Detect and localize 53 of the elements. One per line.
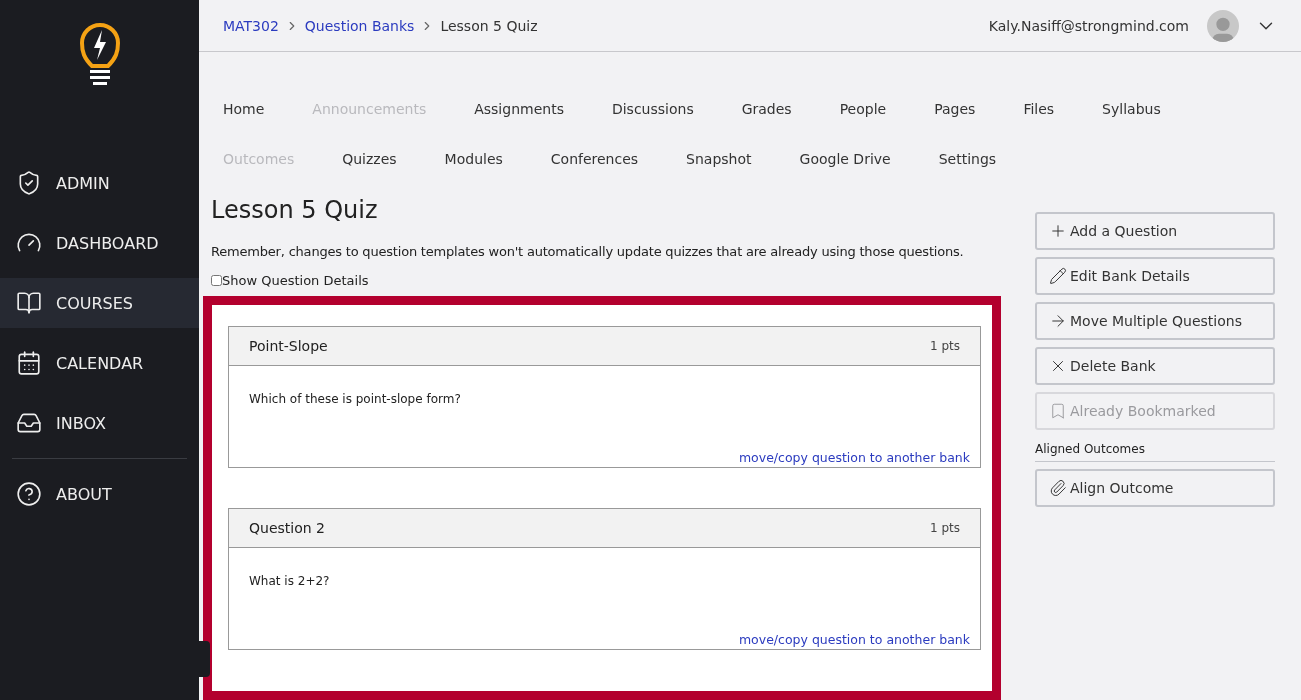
- calendar-icon: [16, 350, 42, 376]
- move-copy-link[interactable]: move/copy question to another bank: [738, 450, 970, 465]
- course-nav-link[interactable]: Modules: [444, 151, 503, 167]
- course-nav-link[interactable]: Files: [1023, 101, 1055, 117]
- section-heading: Aligned Outcomes: [1035, 439, 1275, 462]
- question-title: Question 2: [249, 520, 325, 536]
- page-title: Lesson 5 Quiz: [211, 196, 379, 224]
- book-icon: [16, 290, 42, 316]
- course-nav-link[interactable]: Conferences: [550, 151, 639, 167]
- arrow-icon: [1049, 312, 1067, 330]
- help-icon: [16, 481, 42, 507]
- sidebar-item[interactable]: INBOX: [0, 398, 199, 448]
- lightbulb-logo: [79, 22, 120, 88]
- paperclip-icon: [1049, 479, 1067, 497]
- action-button[interactable]: Move Multiple Questions: [1035, 302, 1275, 340]
- sidebar-item[interactable]: ABOUT: [0, 469, 199, 519]
- course-nav-link[interactable]: Settings: [938, 151, 997, 167]
- sidebar-item[interactable]: DASHBOARD: [0, 218, 199, 268]
- move-copy-link[interactable]: move/copy question to another bank: [738, 632, 970, 647]
- course-nav-link[interactable]: Home: [223, 101, 265, 117]
- course-nav-link[interactable]: Snapshot: [686, 151, 752, 167]
- course-nav-link[interactable]: Assignments: [474, 101, 564, 117]
- question-text: Which of these is point-slope form?: [249, 392, 462, 406]
- question-title: Point-Slope: [249, 338, 328, 354]
- action-button[interactable]: Delete Bank: [1035, 347, 1275, 385]
- plus-icon: [1049, 222, 1067, 240]
- action-button[interactable]: Add a Question: [1035, 212, 1275, 250]
- pencil-icon: [1049, 267, 1067, 285]
- avatar-icon[interactable]: [1207, 9, 1239, 42]
- notice-text: Remember, changes to question templates won't automatically update quizzes that are already using those questions.: [211, 244, 965, 259]
- sidebar-item[interactable]: ADMIN: [0, 158, 199, 208]
- breadcrumb-link[interactable]: MAT302: [223, 17, 279, 34]
- course-nav-link[interactable]: People: [839, 101, 887, 117]
- checkbox-label: Show Question Details: [222, 273, 369, 288]
- course-nav-link[interactable]: Discussions: [611, 101, 694, 117]
- question-points: 1 pts: [929, 339, 960, 353]
- question-points: 1 pts: [929, 521, 960, 535]
- action-button[interactable]: Align Outcome: [1035, 469, 1275, 507]
- course-nav-link[interactable]: Quizzes: [342, 151, 397, 167]
- breadcrumb-link[interactable]: Question Banks: [304, 17, 415, 34]
- course-nav-link[interactable]: Grades: [741, 101, 792, 117]
- question-text: What is 2+2?: [249, 574, 331, 588]
- checkbox[interactable]: [211, 275, 222, 286]
- course-nav-link[interactable]: Pages: [934, 101, 976, 117]
- action-button[interactable]: Edit Bank Details: [1035, 257, 1275, 295]
- course-nav-link[interactable]: Syllabus: [1102, 101, 1161, 117]
- collapse-handle[interactable]: [198, 641, 210, 677]
- sidebar-item[interactable]: CALENDAR: [0, 338, 199, 388]
- current-page-label: Lesson 5 Quiz: [440, 17, 538, 34]
- course-nav-link[interactable]: Google Drive: [799, 151, 891, 167]
- sidebar-item[interactable]: COURSES: [0, 278, 199, 328]
- bookmark-icon: [1049, 402, 1067, 420]
- user-email: Kaly.Nasiff@strongmind.com: [988, 17, 1189, 34]
